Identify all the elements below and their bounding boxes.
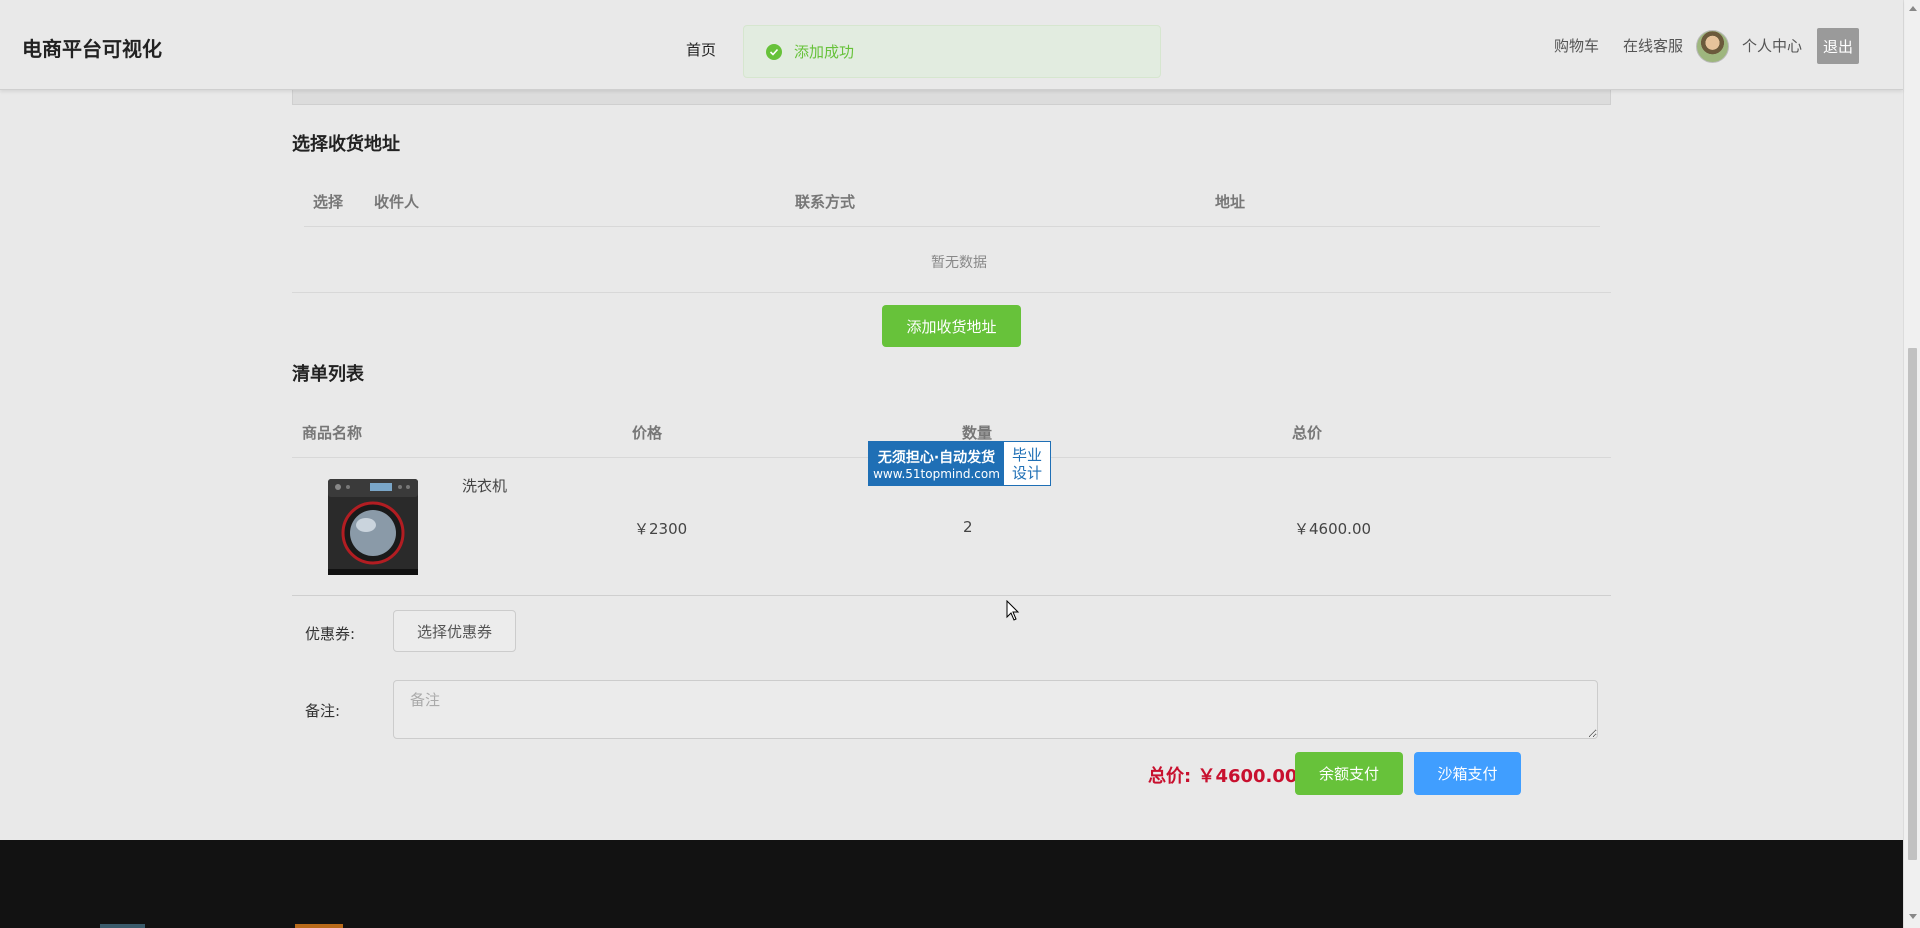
address-col-recipient: 收件人 [374,193,420,211]
divider [304,226,1600,227]
coupon-label: 优惠券: [305,625,356,643]
product-quantity: 2 [963,518,973,536]
address-section-title: 选择收货地址 [292,134,400,155]
nav-home-link[interactable]: 首页 [686,39,716,60]
add-address-button[interactable]: 添加收货地址 [882,305,1021,347]
address-col-select: 选择 [313,193,344,211]
vertical-scrollbar[interactable] [1903,0,1920,928]
product-name[interactable]: 洗衣机 [462,475,507,496]
watermark-line2: www.51topmind.com [873,466,1000,481]
order-col-quantity: 数量 [962,424,993,442]
avatar[interactable] [1696,30,1729,63]
select-coupon-button[interactable]: 选择优惠券 [393,610,516,652]
address-empty-text: 暂无数据 [931,255,987,271]
success-toast: 添加成功 [743,25,1161,78]
top-navbar: 电商平台可视化 首页 添加成功 购物车 在线客服 个人中心 退出 [0,0,1903,90]
product-price: ￥2300 [634,520,688,538]
logout-button[interactable]: 退出 [1817,28,1859,64]
washing-machine-image [328,479,418,575]
divider [292,595,1611,596]
nav-service-link[interactable]: 在线客服 [1623,35,1683,56]
order-total: 总价: ￥4600.00 [1148,766,1298,787]
page-footer [0,840,1903,928]
scroll-down-arrow-icon[interactable] [1909,914,1917,919]
site-brand[interactable]: 电商平台可视化 [22,33,162,62]
order-col-name: 商品名称 [302,424,363,442]
scrollbar-thumb[interactable] [1908,348,1917,860]
sandbox-pay-button[interactable]: 沙箱支付 [1414,752,1521,795]
taskbar-fragment [295,924,343,928]
balance-pay-button[interactable]: 余额支付 [1295,752,1403,795]
scroll-up-arrow-icon[interactable] [1909,6,1917,11]
address-col-address: 地址 [1215,193,1246,211]
order-col-price: 价格 [632,424,663,442]
nav-cart-link[interactable]: 购物车 [1554,35,1599,56]
product-total: ￥4600.00 [1294,520,1372,538]
divider [292,292,1611,293]
order-section-title: 清单列表 [292,364,364,385]
watermark-badge: 无须担心·自动发货 www.51topmind.com 毕业 设计 [868,441,1051,486]
mouse-cursor-icon [1006,600,1020,621]
remark-textarea[interactable] [393,680,1598,739]
toast-message: 添加成功 [794,43,855,61]
watermark-right2: 设计 [1011,463,1042,482]
address-col-phone: 联系方式 [795,193,856,211]
watermark-right1: 毕业 [1011,445,1042,464]
taskbar-fragment [100,924,145,928]
previous-section-bottom [292,89,1611,105]
order-col-total: 总价 [1292,424,1323,442]
remark-label: 备注: [305,702,341,720]
watermark-line1: 无须担心·自动发货 [877,449,996,466]
check-circle-icon [766,43,782,60]
nav-profile-link[interactable]: 个人中心 [1742,35,1802,56]
